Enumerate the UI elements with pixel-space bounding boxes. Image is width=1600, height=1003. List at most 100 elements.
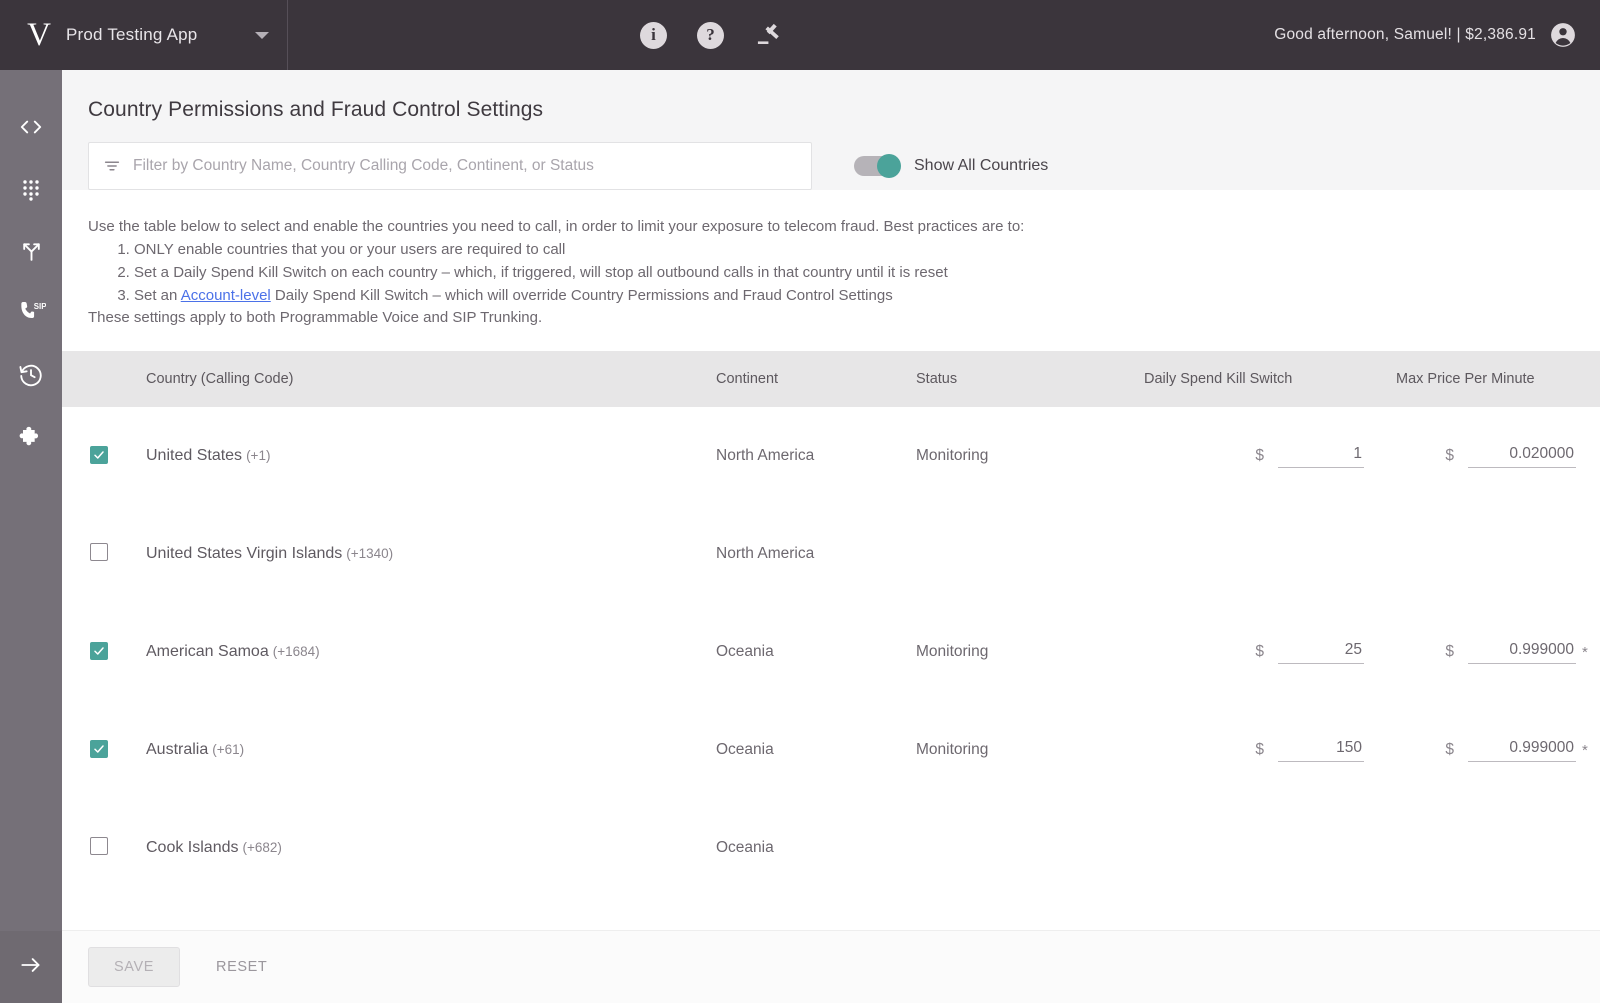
max-price-input[interactable] (1468, 738, 1576, 762)
country-name: Australia (146, 741, 209, 759)
kill-switch-field: $* (1144, 640, 1380, 664)
table-header-row: Country (Calling Code) Continent Status … (62, 351, 1600, 408)
country-name: United States (146, 447, 243, 465)
filter-row: Show All Countries (88, 142, 1574, 190)
reset-button[interactable]: RESET (200, 948, 283, 986)
help-icon[interactable]: ? (697, 21, 724, 49)
max-price-field: $* (1396, 640, 1592, 664)
header-kill-switch: Daily Spend Kill Switch (1136, 351, 1388, 408)
left-sidebar: SIP (0, 70, 62, 1003)
country-enable-checkbox[interactable] (90, 836, 108, 855)
header-continent: Continent (708, 351, 908, 408)
kill-switch-field: $* (1144, 444, 1380, 468)
sidebar-item-history[interactable] (0, 346, 62, 408)
country-name-cell: Australia (+61) (138, 701, 708, 800)
status-cell (908, 505, 1136, 604)
instruction-step-3-suffix: Daily Spend Kill Switch – which will ove… (270, 287, 893, 305)
country-enable-checkbox[interactable] (90, 642, 108, 661)
status-cell: Monitoring (908, 407, 1136, 506)
country-name-cell: United States Virgin Islands (+1340) (138, 505, 708, 604)
kill-switch-input[interactable] (1278, 738, 1364, 762)
routing-icon (19, 238, 44, 268)
country-calling-code: (+61) (212, 742, 245, 758)
continent-cell: Oceania (708, 799, 908, 898)
expand-arrow-icon (18, 952, 44, 983)
sidebar-item-integrations[interactable] (0, 408, 62, 470)
kill-switch-input[interactable] (1278, 640, 1364, 664)
country-enable-checkbox[interactable] (90, 542, 108, 561)
sidebar-expand-button[interactable] (0, 931, 62, 1003)
sidebar-item-sip[interactable]: SIP (0, 284, 62, 346)
max-price-star: * (1582, 643, 1588, 661)
filter-input[interactable] (133, 157, 797, 175)
currency-symbol: $ (1445, 741, 1454, 759)
filter-box[interactable] (88, 142, 812, 190)
user-avatar-icon[interactable] (1550, 22, 1576, 48)
country-name: American Samoa (146, 643, 269, 661)
instruction-step-2: Set a Daily Spend Kill Switch on each co… (134, 262, 1574, 284)
max-price-input[interactable] (1468, 640, 1576, 664)
gavel-icon[interactable] (754, 20, 784, 50)
table-row: United States Virgin Islands (+1340) North… (62, 505, 1600, 604)
table-row: Australia(+61)OceaniaMonitoring$*$* (62, 701, 1600, 800)
page-title: Country Permissions and Fraud Control Se… (88, 98, 544, 121)
greeting-text: Good afternoon, Samuel! | $2,386.91 (1274, 26, 1536, 43)
kill-switch-cell: $* (1136, 701, 1388, 800)
table-body: United States (+1) North America Monitoring… (62, 407, 1600, 898)
currency-symbol: $ (1255, 741, 1264, 759)
instruction-step-1: ONLY enable countries that you or your u… (134, 239, 1574, 261)
show-all-countries-toggle[interactable] (854, 154, 901, 178)
max-price-input[interactable] (1468, 444, 1576, 468)
save-button[interactable]: SAVE (88, 947, 181, 987)
header-max-price: Max Price Per Minute (1388, 351, 1600, 408)
country-enable-checkbox[interactable] (90, 446, 108, 465)
country-calling-code: (+1) (246, 448, 271, 464)
page-header-area: Country Permissions and Fraud Control Se… (62, 70, 1600, 190)
max-price-field: $ (1396, 444, 1592, 468)
instructions-footnote: These settings apply to both Programmabl… (88, 309, 543, 327)
chevron-down-icon[interactable] (255, 31, 270, 39)
continent-cell: North America (708, 407, 908, 506)
table-row: Cook Islands (+682) Oceania (62, 799, 1600, 898)
max-price-cell (1388, 799, 1600, 898)
table-row: American Samoa(+1684)OceaniaMonitoring$*… (62, 603, 1600, 702)
topbar-user-area: Good afternoon, Samuel! | $2,386.91 (1274, 0, 1576, 70)
account-level-link[interactable]: Account-level (181, 287, 271, 304)
header-status: Status (908, 351, 1136, 408)
continent-cell: Oceania (708, 603, 908, 702)
country-name-cell: Cook Islands (+682) (138, 799, 708, 898)
instructions-list: ONLY enable countries that you or your u… (88, 239, 1574, 307)
dialpad-icon (19, 177, 43, 206)
row-checkbox-cell (62, 603, 138, 702)
info-icon[interactable]: i (640, 21, 667, 49)
country-enable-checkbox[interactable] (90, 740, 108, 759)
code-icon (18, 114, 44, 145)
table-row: United States (+1) North America Monitoring… (62, 407, 1600, 506)
currency-symbol: $ (1445, 643, 1454, 661)
country-permissions-table: Country (Calling Code) Continent Status … (62, 351, 1600, 898)
sidebar-item-dialpad[interactable] (0, 160, 62, 222)
status-cell: Monitoring (908, 603, 1136, 702)
main-content: Country Permissions and Fraud Control Se… (62, 70, 1600, 1003)
continent-cell: North America (708, 505, 908, 604)
show-all-countries-label: Show All Countries (914, 157, 1049, 174)
max-price-cell (1388, 505, 1600, 604)
country-calling-code: (+682) (242, 840, 282, 856)
continent-cell: Oceania (708, 701, 908, 800)
row-checkbox-cell (62, 505, 138, 604)
history-icon (18, 362, 44, 393)
row-checkbox-cell (62, 701, 138, 800)
brand-block[interactable]: V Prod Testing App (0, 0, 288, 70)
header-country: Country (Calling Code) (138, 351, 708, 408)
table-header: Country (Calling Code) Continent Status … (62, 351, 1600, 408)
kill-switch-input[interactable] (1278, 444, 1364, 468)
sidebar-item-routing[interactable] (0, 222, 62, 284)
max-price-cell: $ (1388, 407, 1600, 506)
sip-phone-icon: SIP (17, 300, 46, 330)
instructions-intro: Use the table below to select and enable… (88, 218, 1025, 235)
sidebar-item-code[interactable] (0, 98, 62, 160)
app-root: V Prod Testing App i ? Good afternoon, S… (0, 0, 1600, 1003)
check-icon (94, 745, 104, 753)
kill-switch-field: $* (1144, 738, 1380, 762)
vonage-logo: V (27, 16, 51, 53)
